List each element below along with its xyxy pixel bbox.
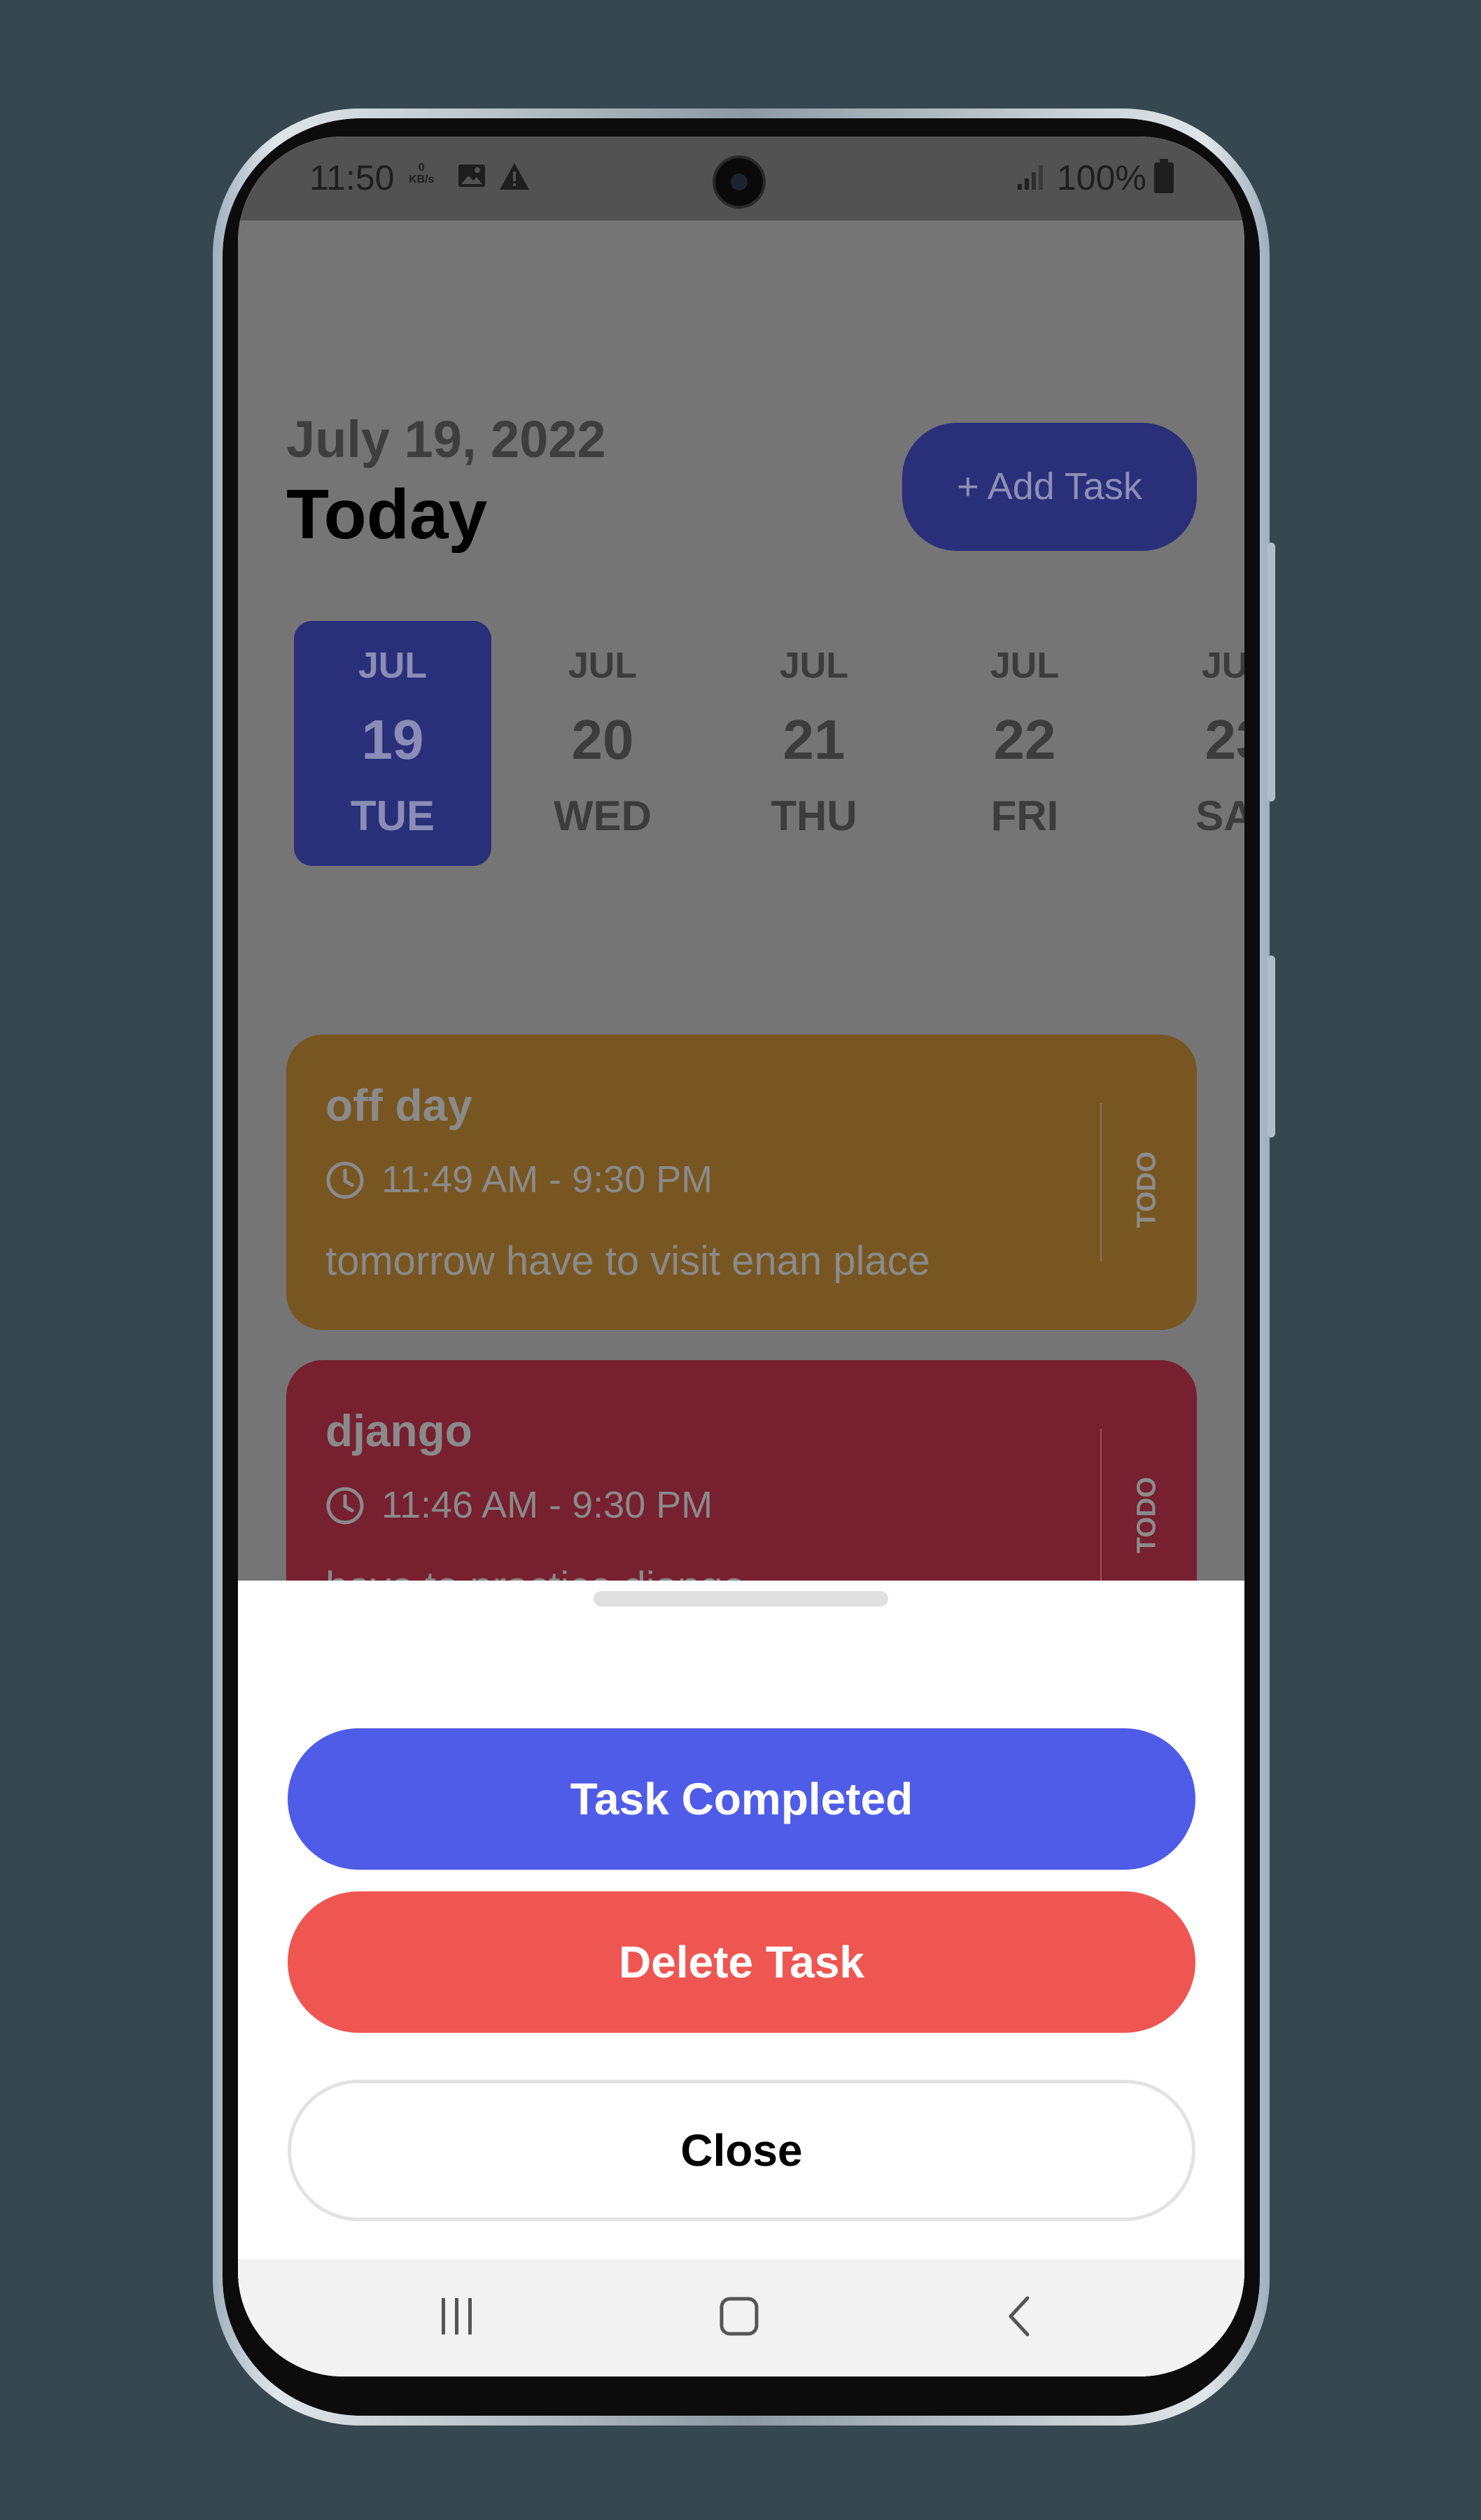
date-weekday: TUE	[351, 792, 435, 839]
volume-button	[1267, 542, 1275, 802]
recent-apps-icon[interactable]	[437, 2295, 477, 2337]
date-month: JUL	[358, 645, 428, 686]
network-speed: 0 KB/s	[409, 162, 434, 186]
date-month: JUL	[1201, 645, 1244, 686]
add-task-button[interactable]: + Add Task	[902, 423, 1197, 551]
warning-icon	[500, 163, 529, 190]
date-item[interactable]: JUL 19 TUE	[294, 621, 491, 866]
date-day: 19	[361, 708, 424, 771]
date-day: 22	[993, 708, 1056, 771]
date-day: 21	[782, 708, 845, 771]
status-time: 11:50	[309, 158, 395, 197]
task-divider	[1100, 1103, 1102, 1261]
today-heading: Today	[286, 475, 488, 554]
task-title: off day	[325, 1080, 472, 1130]
date-month: JUL	[990, 645, 1060, 686]
date-month: JUL	[779, 645, 849, 686]
image-icon	[458, 164, 485, 187]
close-button[interactable]: Close	[288, 2080, 1195, 2221]
task-note: tomorrow have to visit enan place	[325, 1238, 930, 1284]
sheet-drag-handle[interactable]	[594, 1591, 888, 1606]
task-app: July 19, 2022 Today + Add Task JUL 19 TU…	[238, 220, 1244, 1718]
clock-icon	[326, 1487, 364, 1525]
task-card[interactable]: off day 11:49 AM - 9:30 PM tomorrow have…	[286, 1035, 1197, 1330]
task-title: django	[325, 1406, 472, 1456]
battery-percent: 100%	[1057, 158, 1146, 197]
date-weekday: FRI	[990, 792, 1059, 839]
battery-icon	[1154, 159, 1174, 193]
current-date: July 19, 2022	[286, 410, 606, 468]
network-speed-value: 0	[418, 162, 425, 174]
date-item[interactable]: JUL 23 SAT	[1137, 621, 1244, 866]
home-icon[interactable]	[718, 2295, 760, 2337]
date-day: 23	[1205, 708, 1245, 771]
power-button	[1267, 955, 1275, 1138]
moon-icon[interactable]	[288, 270, 326, 317]
clock-icon	[326, 1161, 364, 1199]
date-month: JUL	[568, 645, 638, 686]
task-divider	[1100, 1429, 1102, 1587]
date-day: 20	[571, 708, 634, 771]
delete-task-button[interactable]: Delete Task	[288, 1891, 1195, 2033]
screen: 11:50 0 KB/s 100% July 19, 2022 Today + …	[238, 136, 1244, 2376]
date-item[interactable]: JUL 22 FRI	[926, 621, 1123, 866]
date-item[interactable]: JUL 20 WED	[504, 621, 701, 866]
signal-icon	[1018, 165, 1043, 190]
task-time: 11:49 AM - 9:30 PM	[381, 1158, 713, 1200]
task-status: TODO	[1132, 1476, 1162, 1554]
navigation-bar	[238, 2259, 1244, 2376]
task-status: TODO	[1132, 1151, 1162, 1228]
network-speed-unit: KB/s	[409, 174, 435, 186]
back-icon[interactable]	[1005, 2295, 1033, 2337]
status-bar: 11:50 0 KB/s 100%	[238, 136, 1244, 220]
front-camera	[713, 155, 766, 209]
task-completed-button[interactable]: Task Completed	[288, 1728, 1195, 1870]
date-weekday: WED	[554, 792, 652, 839]
bottom-sheet: Task Completed Delete Task Close	[238, 1581, 1244, 2376]
date-weekday: SAT	[1195, 792, 1244, 839]
date-item[interactable]: JUL 21 THU	[715, 621, 913, 866]
task-time: 11:46 AM - 9:30 PM	[381, 1484, 713, 1526]
date-weekday: THU	[771, 792, 857, 839]
